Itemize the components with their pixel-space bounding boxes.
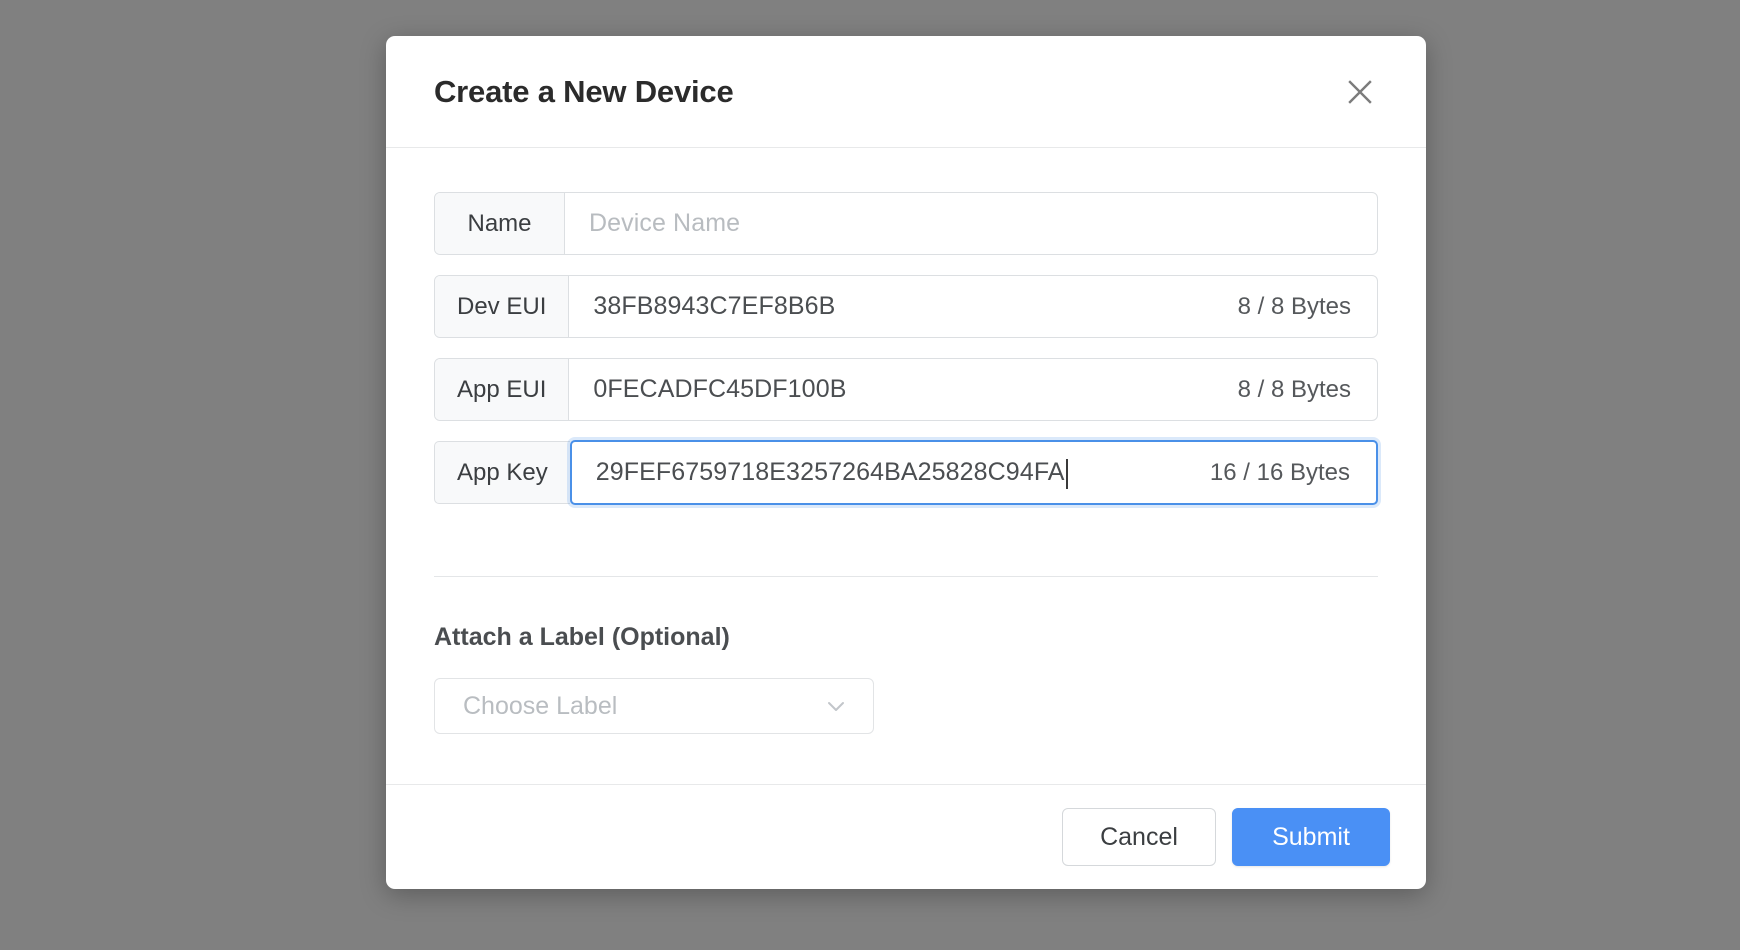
dialog-body: Name Device Name Dev EUI 38FB8943C7EF8B6… bbox=[386, 148, 1426, 784]
field-placeholder-name: Device Name bbox=[589, 209, 741, 237]
chevron-down-icon bbox=[821, 691, 851, 721]
field-row-app-key[interactable]: App Key 29FEF6759718E3257264BA25828C94FA… bbox=[434, 440, 1378, 505]
field-row-app-eui[interactable]: App EUI 0FECADFC45DF100B 8 / 8 Bytes bbox=[434, 358, 1378, 421]
page-title: Create a New Device bbox=[434, 73, 734, 109]
field-input-app-key[interactable]: 29FEF6759718E3257264BA25828C94FA 16 / 16… bbox=[569, 440, 1378, 505]
submit-button[interactable]: Submit bbox=[1232, 808, 1390, 866]
label-section: Attach a Label (Optional) Choose Label bbox=[434, 577, 1378, 734]
close-icon bbox=[1347, 79, 1373, 105]
field-label-dev-eui: Dev EUI bbox=[435, 276, 570, 337]
byte-count-app-eui: 8 / 8 Bytes bbox=[1237, 375, 1351, 403]
field-label-app-key: App Key bbox=[434, 441, 570, 504]
field-input-name[interactable]: Device Name bbox=[565, 193, 1377, 254]
field-value-app-eui: 0FECADFC45DF100B bbox=[593, 375, 847, 403]
byte-count-dev-eui: 8 / 8 Bytes bbox=[1237, 292, 1351, 320]
field-value-app-key: 29FEF6759718E3257264BA25828C94FA bbox=[595, 458, 1065, 486]
field-row-dev-eui[interactable]: Dev EUI 38FB8943C7EF8B6B 8 / 8 Bytes bbox=[434, 275, 1378, 338]
label-select-value: Choose Label bbox=[463, 691, 618, 720]
field-value-dev-eui: 38FB8943C7EF8B6B bbox=[593, 292, 836, 320]
field-input-app-eui[interactable]: 0FECADFC45DF100B 8 / 8 Bytes bbox=[569, 359, 1377, 420]
byte-count-app-key: 16 / 16 Bytes bbox=[1209, 458, 1350, 486]
label-section-title: Attach a Label (Optional) bbox=[434, 623, 730, 651]
field-label-name: Name bbox=[435, 193, 565, 254]
label-select[interactable]: Choose Label bbox=[434, 678, 874, 734]
text-cursor bbox=[1065, 458, 1068, 489]
create-device-dialog: Create a New Device Name Device Name Dev… bbox=[386, 36, 1426, 889]
close-button[interactable] bbox=[1338, 70, 1382, 114]
field-input-dev-eui[interactable]: 38FB8943C7EF8B6B 8 / 8 Bytes bbox=[569, 276, 1377, 337]
field-row-name[interactable]: Name Device Name bbox=[434, 192, 1378, 255]
field-label-app-eui: App EUI bbox=[435, 359, 570, 420]
dialog-header: Create a New Device bbox=[386, 36, 1426, 148]
dialog-footer: Cancel Submit bbox=[386, 784, 1426, 889]
cancel-button[interactable]: Cancel bbox=[1062, 808, 1216, 866]
